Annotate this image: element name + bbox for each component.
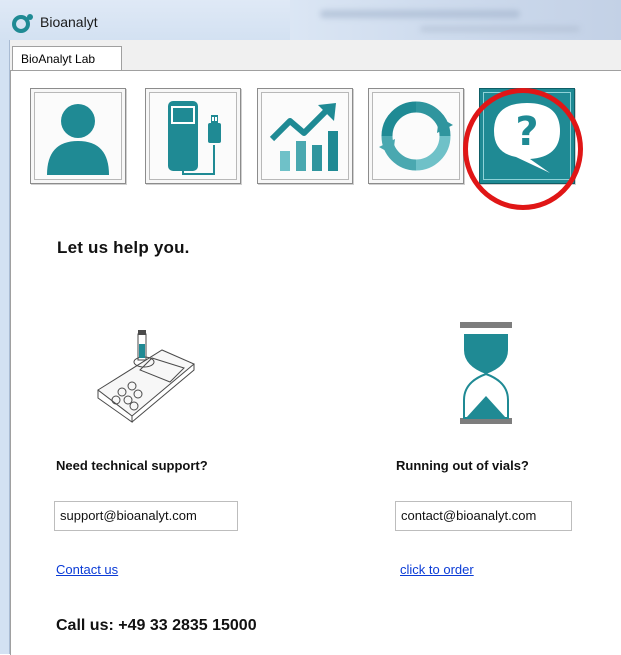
toolbar-device-button[interactable] [145,88,241,184]
vials-label: Running out of vials? [396,458,529,473]
click-to-order-link[interactable]: click to order [400,562,474,577]
refresh-icon [379,101,453,171]
toolbar-user-button[interactable] [30,88,126,184]
window-frame [0,40,9,654]
tab-bioanalyt-lab[interactable]: BioAnalyt Lab [12,46,122,70]
hourglass-icon [460,322,512,424]
bioanalyt-logo-icon [12,14,33,33]
contact-us-link[interactable]: Contact us [56,562,118,577]
window-titlebar: Bioanalyt [0,0,621,40]
user-icon [47,104,109,175]
titlebar-background [290,0,621,40]
technical-support-label: Need technical support? [56,458,208,473]
blurred-region [420,26,580,32]
device-connect-icon [168,101,221,175]
window-title: Bioanalyt [40,14,98,30]
contact-email-field[interactable]: contact@bioanalyt.com [395,501,572,531]
support-email-field[interactable]: support@bioanalyt.com [54,501,238,531]
toolbar-chart-button[interactable] [257,88,353,184]
toolbar-refresh-button[interactable] [368,88,464,184]
chart-growth-icon [269,103,338,171]
page-heading: Let us help you. [57,238,190,257]
highlight-circle [463,88,583,210]
blurred-region [320,10,520,18]
phone-number: Call us: +49 33 2835 15000 [56,617,257,634]
handheld-device-illustration [97,330,195,423]
